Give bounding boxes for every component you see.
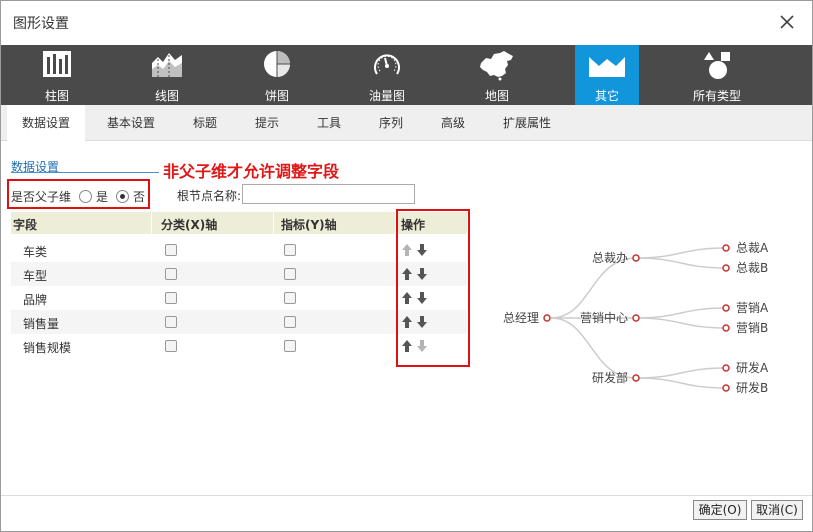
radio-no-label: 否 — [133, 189, 146, 204]
tree-node — [722, 324, 730, 332]
bar-chart-icon — [43, 51, 71, 77]
cancel-button[interactable]: 取消(C) — [751, 500, 803, 520]
chart-settings-dialog: 图形设置 柱图 线图 饼图 油量图 地图 其它 所有类型 数据设置 基本设置 标… — [0, 0, 813, 532]
x-axis-checkbox[interactable] — [165, 268, 177, 280]
radio-yes[interactable] — [79, 189, 93, 203]
y-axis-checkbox[interactable] — [284, 244, 296, 256]
tab-advanced[interactable]: 高级 — [429, 105, 477, 141]
tree-root-label: 总经理 — [503, 311, 539, 325]
tree-leaf-label: 营销B — [736, 321, 768, 335]
tool-map-chart[interactable]: 地图 — [441, 45, 553, 105]
x-axis-checkbox[interactable] — [165, 316, 177, 328]
tab-extended-properties[interactable]: 扩展属性 — [493, 105, 561, 141]
tab-title[interactable]: 标题 — [181, 105, 229, 141]
header-y-axis: 指标(Y)轴 — [281, 218, 337, 232]
radio-no[interactable] — [116, 189, 130, 203]
tree-node — [543, 314, 551, 322]
tool-gauge-chart[interactable]: 油量图 — [333, 45, 441, 105]
field-name: 销售规模 — [23, 341, 72, 355]
x-axis-checkbox[interactable] — [165, 292, 177, 304]
chart-type-toolbar: 柱图 线图 饼图 油量图 地图 其它 所有类型 — [1, 45, 812, 105]
y-axis-checkbox[interactable] — [284, 316, 296, 328]
field-name: 销售量 — [23, 317, 60, 331]
tool-pie-chart[interactable]: 饼图 — [221, 45, 333, 105]
tree-leaf-label: 营销A — [736, 301, 769, 315]
y-axis-checkbox[interactable] — [284, 292, 296, 304]
tree-leaf-label: 总裁A — [736, 241, 769, 255]
root-node-name-input[interactable] — [242, 184, 415, 204]
header-separator — [151, 212, 152, 234]
field-name: 车型 — [23, 269, 48, 283]
pie-chart-icon — [264, 51, 290, 77]
tab-tools[interactable]: 工具 — [305, 105, 353, 141]
tool-label: 柱图 — [44, 89, 69, 103]
close-icon[interactable] — [776, 11, 798, 33]
y-axis-checkbox[interactable] — [284, 340, 296, 352]
parent-child-label: 是否父子维 — [11, 189, 72, 204]
tool-all-types[interactable]: 所有类型 — [661, 45, 773, 105]
section-underline — [11, 172, 159, 173]
parent-child-radio-group: 是否父子维 是 否 — [11, 187, 145, 205]
field-name: 车类 — [23, 245, 48, 259]
tool-label: 饼图 — [264, 89, 289, 103]
tool-label: 油量图 — [368, 89, 405, 103]
tree-level1-label: 总裁办 — [592, 250, 628, 265]
tree-node — [632, 254, 640, 262]
tool-label: 线图 — [154, 89, 179, 103]
tool-other-chart[interactable]: 其它 — [575, 45, 639, 105]
annotation-text: 非父子维才允许调整字段 — [163, 162, 340, 181]
settings-tabs: 数据设置 基本设置 标题 提示 工具 序列 高级 扩展属性 — [1, 105, 812, 142]
tree-node — [632, 314, 640, 322]
tab-series[interactable]: 序列 — [367, 105, 415, 141]
title-bar: 图形设置 — [1, 1, 812, 45]
header-x-axis: 分类(X)轴 — [161, 218, 218, 232]
tool-label: 地图 — [484, 89, 509, 103]
highlight-box-operations — [396, 209, 470, 367]
ok-button[interactable]: 确定(O) — [693, 500, 747, 520]
header-separator — [273, 212, 274, 234]
tree-level1-label: 研发部 — [592, 370, 628, 385]
x-axis-checkbox[interactable] — [165, 340, 177, 352]
radio-yes-label: 是 — [96, 189, 109, 204]
tab-data-settings[interactable]: 数据设置 — [7, 105, 85, 142]
tool-label: 所有类型 — [692, 89, 741, 103]
x-axis-checkbox[interactable] — [165, 244, 177, 256]
header-field: 字段 — [13, 218, 38, 232]
china-map-icon — [480, 51, 513, 81]
gauge-icon — [374, 54, 400, 75]
tree-node — [632, 374, 640, 382]
field-name: 品牌 — [23, 293, 48, 307]
tree-leaf-label: 研发B — [736, 380, 768, 395]
root-node-name-label: 根节点名称: — [177, 189, 242, 203]
tool-label: 其它 — [594, 89, 619, 103]
footer-divider — [1, 495, 812, 496]
y-axis-checkbox[interactable] — [284, 268, 296, 280]
tree-chart-preview: 总经理 总裁办 营销中心 研发部 总裁A 总裁B 营销A 营销B 研发A 研发B — [503, 241, 769, 395]
dialog-title: 图形设置 — [13, 16, 69, 32]
tree-node — [722, 384, 730, 392]
all-types-icon — [704, 52, 730, 79]
tree-node — [722, 244, 730, 252]
tree-level1-label: 营销中心 — [580, 310, 628, 325]
tree-node — [722, 364, 730, 372]
tree-node — [722, 304, 730, 312]
other-chart-icon — [589, 57, 625, 77]
tab-tooltip[interactable]: 提示 — [243, 105, 291, 141]
tab-basic-settings[interactable]: 基本设置 — [95, 105, 167, 141]
area-chart-icon — [152, 53, 182, 77]
tree-leaf-label: 总裁B — [736, 261, 768, 275]
tree-node — [722, 264, 730, 272]
tool-bar-chart[interactable]: 柱图 — [1, 45, 113, 105]
tree-leaf-label: 研发A — [736, 360, 769, 375]
tool-line-chart[interactable]: 线图 — [113, 45, 221, 105]
